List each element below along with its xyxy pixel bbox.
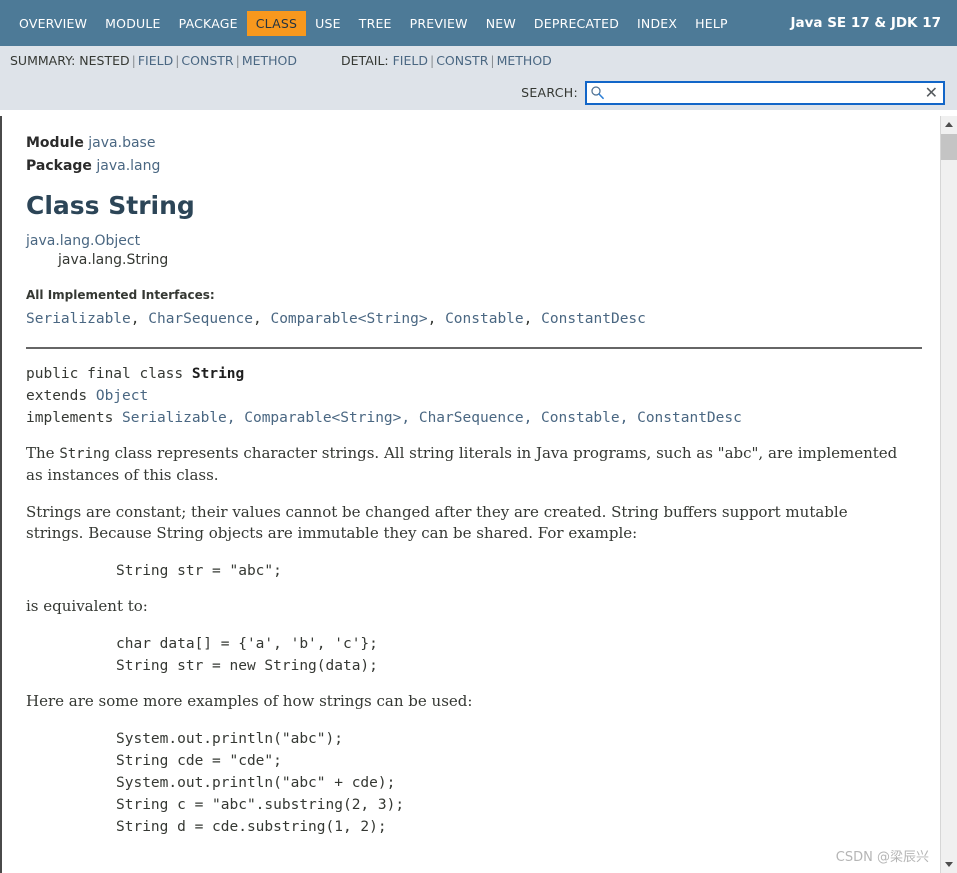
description-paragraph-2: Strings are constant; their values canno… <box>26 502 848 542</box>
top-navigation-bar: OVERVIEW MODULE PACKAGE CLASS USE TREE P… <box>0 0 957 46</box>
nav-item-preview[interactable]: PREVIEW <box>401 11 477 36</box>
search-input[interactable] <box>605 82 925 103</box>
search-bar: SEARCH: ✕ <box>0 75 957 110</box>
para1-part-b: class represents character strings. All … <box>26 443 898 484</box>
inheritance-tree: java.lang.Object java.lang.String <box>26 232 918 270</box>
declaration-line-1: public final class String <box>26 363 918 385</box>
implemented-interfaces-list: Serializable, CharSequence, Comparable<S… <box>26 310 646 327</box>
page-title: Class String <box>26 191 195 220</box>
code-block-3: System.out.println("abc"); String cde = … <box>116 730 405 835</box>
detail-label: DETAIL: <box>341 53 389 68</box>
nav-item-use[interactable]: USE <box>306 11 350 36</box>
nav-item-overview[interactable]: OVERVIEW <box>10 11 96 36</box>
product-version-title: Java SE 17 & JDK 17 <box>790 15 941 31</box>
description-paragraph-3: is equivalent to: <box>26 596 148 615</box>
nav-item-help[interactable]: HELP <box>686 11 737 36</box>
sub-navigation-bar: SUMMARY: NESTED | FIELD | CONSTR | METHOD DETA… <box>0 46 957 75</box>
nav-item-package[interactable]: PACKAGE <box>170 11 247 36</box>
interface-link-serializable[interactable]: Serializable <box>26 311 131 327</box>
interface-link-charsequence[interactable]: CharSequence <box>148 311 253 327</box>
nav-item-module[interactable]: MODULE <box>96 11 169 36</box>
detail-constr-link[interactable]: CONSTR <box>436 53 488 68</box>
nav-item-new[interactable]: NEW <box>477 11 525 36</box>
code-block-1: String str = "abc"; <box>116 562 282 579</box>
summary-method-link[interactable]: METHOD <box>242 53 297 68</box>
sub-nav-row: SUMMARY: NESTED | FIELD | CONSTR | METHOD DETA… <box>10 53 957 68</box>
nav-item-class[interactable]: CLASS <box>246 10 307 36</box>
package-label: Package <box>26 158 92 174</box>
watermark: CSDN @梁辰兴 <box>835 850 929 865</box>
search-icon <box>590 85 605 100</box>
detail-method-link[interactable]: METHOD <box>497 53 552 68</box>
nav-item-tree[interactable]: TREE <box>350 11 401 36</box>
implemented-interfaces-label: All Implemented Interfaces: <box>26 287 215 302</box>
description-paragraph-4: Here are some more examples of how strin… <box>26 691 473 710</box>
search-box[interactable]: ✕ <box>585 80 945 105</box>
implements-keyword: implements <box>26 409 123 426</box>
content-inner: Module java.base Package java.lang Class… <box>2 116 922 838</box>
vertical-scrollbar[interactable] <box>940 116 957 873</box>
scroll-up-button[interactable] <box>941 116 957 133</box>
extends-keyword: extends <box>26 387 96 404</box>
summary-label: SUMMARY: <box>10 53 76 68</box>
inheritance-parent-link[interactable]: java.lang.Object <box>26 233 140 249</box>
description-paragraph-1: The String class represents character st… <box>26 443 906 486</box>
nav-item-index[interactable]: INDEX <box>628 11 686 36</box>
module-label: Module <box>26 135 84 151</box>
close-icon[interactable]: ✕ <box>925 84 938 101</box>
package-link[interactable]: java.lang <box>96 158 160 174</box>
scroll-down-button[interactable] <box>941 856 957 873</box>
search-label: SEARCH: <box>521 85 578 100</box>
separator: | <box>131 53 136 68</box>
summary-nested: NESTED <box>79 53 130 68</box>
top-nav-list: OVERVIEW MODULE PACKAGE CLASS USE TREE P… <box>10 0 737 46</box>
module-line: Module java.base <box>26 132 918 155</box>
package-line: Package java.lang <box>26 155 918 178</box>
module-link[interactable]: java.base <box>88 135 155 151</box>
interface-link-constable[interactable]: Constable <box>445 311 524 327</box>
main-content-area: Module java.base Package java.lang Class… <box>0 116 957 873</box>
class-declaration: public final class String extends Object… <box>26 363 918 429</box>
para1-inline-code: String <box>59 445 110 462</box>
declaration-modifiers: public final class <box>26 365 192 382</box>
summary-field-link[interactable]: FIELD <box>138 53 173 68</box>
implements-type-links[interactable]: Serializable, Comparable<String>, CharSe… <box>122 410 742 426</box>
summary-constr-link[interactable]: CONSTR <box>181 53 233 68</box>
inheritance-current-class: java.lang.String <box>58 251 169 268</box>
separator: | <box>429 53 435 68</box>
separator: | <box>235 53 240 68</box>
separator: | <box>490 53 495 68</box>
detail-group: DETAIL: FIELD | CONSTR | METHOD <box>341 53 552 68</box>
chevron-up-icon <box>945 122 953 127</box>
chevron-down-icon <box>945 862 953 867</box>
declaration-class-name: String <box>191 365 245 382</box>
summary-group: SUMMARY: NESTED | FIELD | CONSTR | METHOD <box>10 53 297 68</box>
declaration-line-2: extends Object <box>26 385 918 407</box>
interface-link-comparable[interactable]: Comparable<String> <box>270 311 427 327</box>
interface-link-constantdesc[interactable]: ConstantDesc <box>541 311 646 327</box>
divider <box>26 346 922 349</box>
extends-type-link[interactable]: Object <box>96 388 148 404</box>
detail-field-link[interactable]: FIELD <box>393 53 428 68</box>
para1-part-a: The <box>26 443 60 462</box>
declaration-line-3: implements Serializable, Comparable<Stri… <box>26 407 918 429</box>
nav-item-deprecated[interactable]: DEPRECATED <box>525 11 628 36</box>
code-block-2: char data[] = {'a', 'b', 'c'}; String st… <box>116 635 378 674</box>
scrollbar-thumb[interactable] <box>941 134 957 160</box>
